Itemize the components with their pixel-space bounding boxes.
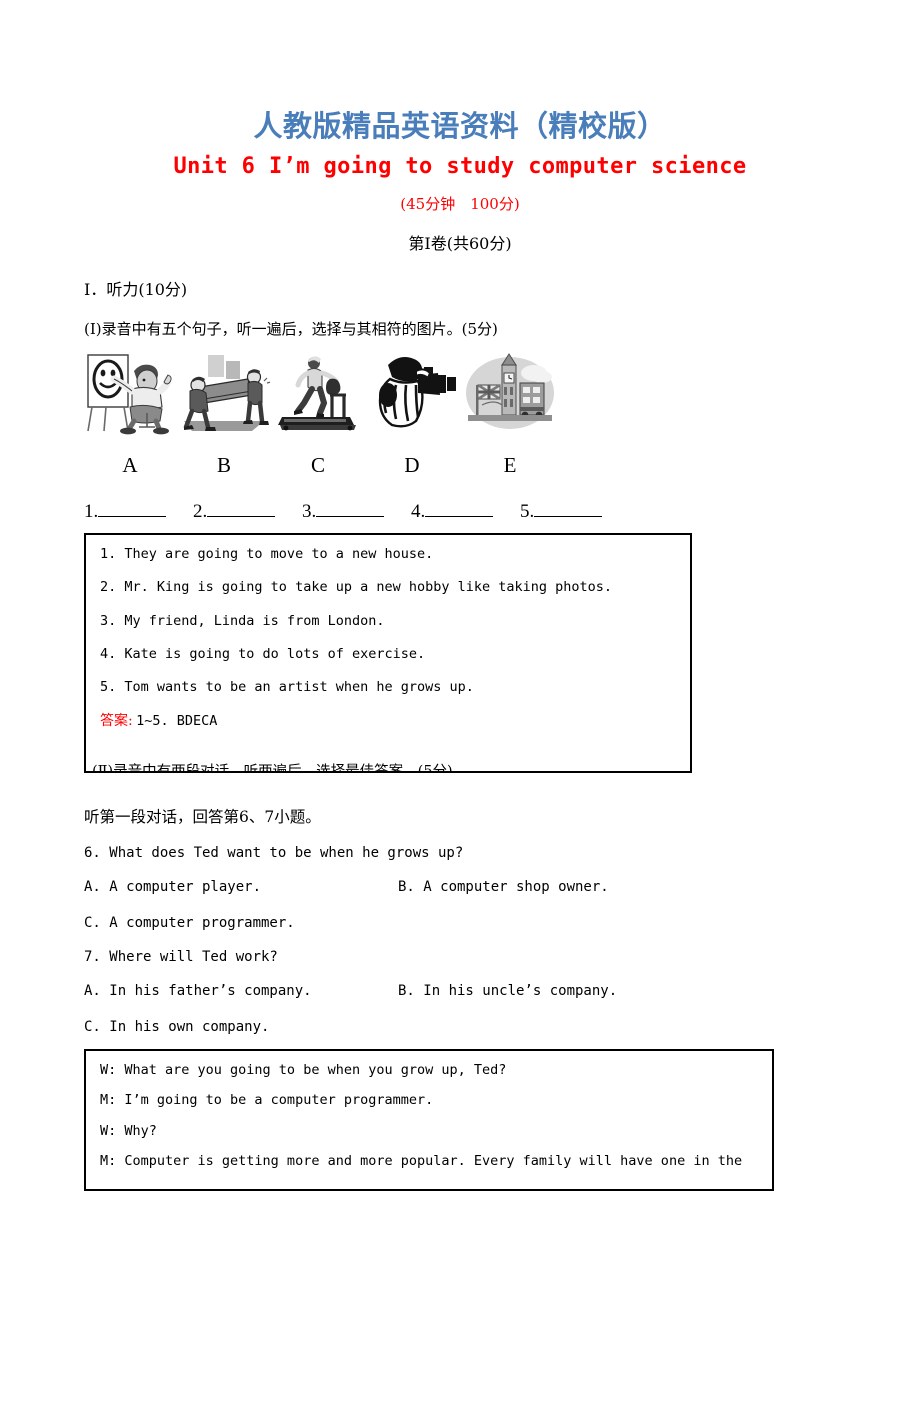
question-6-option-b[interactable]: B. A computer shop owner. [398, 879, 609, 895]
answer-key-value: 1~5. BDECA [136, 713, 218, 730]
document-content: Ⅰ．听力(10分) (Ⅰ)录音中有五个句子，听一遍后，选择与其相符的图片。(5分… [84, 276, 844, 1192]
photographer-camera-icon [366, 351, 458, 435]
paper-part-label: 第Ⅰ卷(共60分) [408, 234, 512, 254]
document-page: 人教版精品英语资料（精校版） Unit 6 I’m going to study… [0, 108, 920, 1410]
listening-script-box-2: W: What are you going to be when you gro… [84, 1049, 774, 1192]
listening-part2-instruction: (Ⅱ)录音中有两段对话，听两遍后，选择最佳答案。(5分) [92, 760, 453, 772]
answer-blank-3-number: 3. [302, 501, 317, 523]
answer-blank-4-number: 4. [411, 501, 426, 523]
answer-blank-2[interactable]: 2. [193, 501, 276, 523]
picture-letter-c: C [310, 453, 325, 478]
answer-blank-4-line[interactable] [425, 502, 494, 518]
question-7-option-a[interactable]: A. In his father’s company. [84, 983, 312, 999]
dialogue-1-lead: 听第一段对话，回答第6、7小题。 [84, 808, 321, 827]
listening-script-box-1: 1. They are going to move to a new house… [84, 533, 692, 774]
answer-blank-5-number: 5. [520, 501, 535, 523]
picture-letter-a: A [122, 453, 138, 478]
question-6-options-row-1: A. A computer player. B. A computer shop… [84, 879, 844, 897]
document-header: 人教版精品英语资料（精校版） Unit 6 I’m going to study… [0, 108, 920, 254]
answer-blanks-row: 1. 2. 3. 4. 5. [84, 501, 844, 523]
answer-blank-2-line[interactable] [207, 502, 276, 518]
picture-a [84, 351, 176, 435]
question-7-options-row-1: A. In his father’s company. B. In his un… [84, 983, 844, 1001]
listening-part1-instruction: (Ⅰ)录音中有五个句子，听一遍后，选择与其相符的图片。(5分) [84, 320, 498, 339]
answer-key-label: 答案: [100, 713, 133, 730]
answer-blank-2-number: 2. [193, 501, 208, 523]
question-6-stem: 6. What does Ted want to be when he grow… [84, 845, 464, 862]
london-landmark-icon [464, 351, 556, 435]
picture-e [464, 351, 556, 435]
script-line: 4. Kate is going to do lots of exercise. [100, 645, 426, 662]
question-6-option-c[interactable]: C. A computer programmer. [84, 915, 844, 931]
question-7-stem: 7. Where will Ted work? [84, 949, 278, 966]
answer-blank-3-line[interactable] [316, 502, 385, 518]
brand-title: 人教版精品英语资料（精校版） [253, 109, 667, 143]
answer-blank-4[interactable]: 4. [411, 501, 494, 523]
answer-blank-3[interactable]: 3. [302, 501, 385, 523]
answer-blank-1-number: 1. [84, 501, 99, 523]
script-line: W: Why? [100, 1122, 157, 1139]
script-line: 3. My friend, Linda is from London. [100, 612, 385, 629]
movers-carrying-sofa-icon [178, 351, 270, 435]
script-line: M: I’m going to be a computer programmer… [100, 1092, 434, 1109]
picture-d [366, 351, 458, 435]
picture-letters: A B C D E [84, 453, 584, 479]
question-7-option-c[interactable]: C. In his own company. [84, 1019, 844, 1035]
picture-letter-d: D [404, 453, 420, 478]
answer-blank-1[interactable]: 1. [84, 501, 167, 523]
question-7-option-b[interactable]: B. In his uncle’s company. [398, 983, 617, 999]
listening-section-title: Ⅰ．听力(10分) [84, 280, 188, 300]
picture-letter-b: B [216, 453, 231, 478]
script-line: W: What are you going to be when you gro… [100, 1062, 507, 1079]
script-line: 5. Tom wants to be an artist when he gro… [100, 678, 474, 695]
script-line: 2. Mr. King is going to take up a new ho… [100, 579, 613, 596]
unit-title: Unit 6 I’m going to study computer scien… [173, 154, 747, 180]
answer-blank-5-line[interactable] [534, 502, 603, 518]
script-line: 1. They are going to move to a new house… [100, 546, 434, 563]
answer-blank-1-line[interactable] [98, 502, 167, 518]
picture-letter-e: E [503, 453, 517, 478]
time-and-score: (45分钟 100分) [400, 195, 520, 214]
picture-b [178, 351, 270, 435]
artist-painting-icon [84, 351, 176, 435]
answer-blank-5[interactable]: 5. [520, 501, 603, 523]
picture-strip [84, 351, 584, 451]
answer-key-line: 答案: 1~5. BDECA [100, 710, 676, 730]
question-6-option-a[interactable]: A. A computer player. [84, 879, 261, 895]
treadmill-runner-icon [272, 351, 364, 435]
picture-c [272, 351, 364, 435]
script-line: M: Computer is getting more and more pop… [100, 1152, 743, 1169]
